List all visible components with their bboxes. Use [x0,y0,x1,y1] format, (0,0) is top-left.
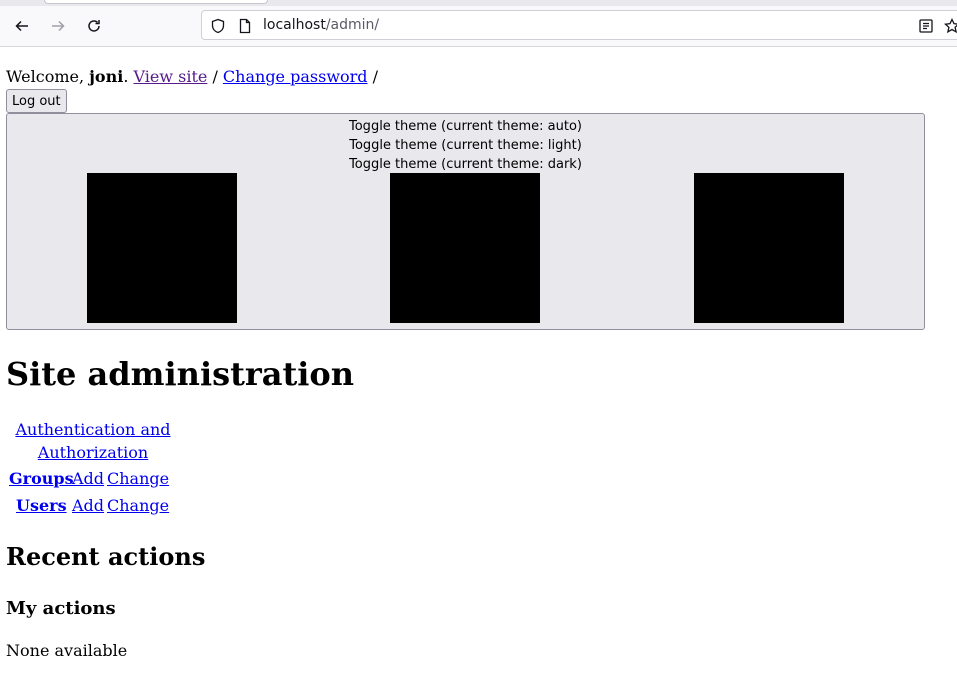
no-actions-text: None available [6,641,128,660]
welcome-text: Welcome, [6,67,90,86]
model-link-users[interactable]: Users [16,495,67,517]
theme-toggle-dark-label: Toggle theme (current theme: dark) [349,157,582,172]
logout-button[interactable]: Log out [6,89,67,113]
url-text[interactable]: localhost/admin/ [263,17,379,33]
theme-dark-icon [694,173,844,323]
theme-auto-icon [87,173,237,323]
welcome-period: . [123,67,134,86]
reader-view-icon[interactable] [918,18,934,34]
url-host: localhost [263,17,326,33]
recent-actions-heading: Recent actions [6,542,206,571]
back-button[interactable] [10,14,34,38]
add-users-link[interactable]: Add [72,495,104,517]
active-tab[interactable] [44,0,268,4]
reload-icon [88,20,100,32]
change-password-link[interactable]: Change password [223,67,368,86]
theme-toggle-light-label: Toggle theme (current theme: light) [349,138,582,153]
theme-toggle-button[interactable]: Toggle theme (current theme: auto) Toggl… [6,113,925,330]
module-caption: Authentication and Authorization [13,418,173,464]
forward-button[interactable] [46,14,70,38]
bookmark-star-icon[interactable] [944,18,957,34]
page-title: Site administration [6,355,355,393]
browser-toolbar: localhost/admin/ [0,6,957,47]
arrow-right-icon [52,20,65,32]
module-caption-link[interactable]: Authentication and Authorization [15,420,170,462]
separator: / [207,67,223,86]
view-site-link[interactable]: View site [133,67,207,86]
trailing-separator: / [367,67,379,86]
url-path: /admin/ [325,17,380,33]
address-bar[interactable]: localhost/admin/ [201,10,957,40]
arrow-left-icon [15,20,28,32]
theme-light-icon [390,173,540,323]
user-tools: Welcome, joni. View site / Change passwo… [6,66,378,88]
model-link-groups[interactable]: Groups [9,468,74,490]
theme-toggle-auto-label: Toggle theme (current theme: auto) [349,119,582,134]
shield-icon[interactable] [210,18,226,34]
change-users-link[interactable]: Change [107,495,169,517]
change-groups-link[interactable]: Change [107,468,169,490]
page-icon[interactable] [237,18,253,34]
reload-button[interactable] [82,14,106,38]
username: joni [89,67,124,86]
add-groups-link[interactable]: Add [72,468,104,490]
my-actions-heading: My actions [6,598,116,619]
